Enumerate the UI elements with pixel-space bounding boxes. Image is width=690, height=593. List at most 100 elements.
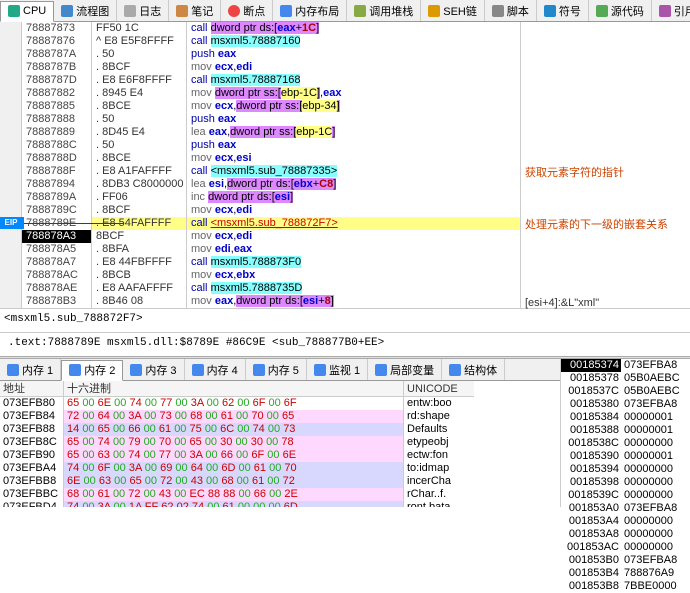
stack-row[interactable]: 0018539400000000 (561, 463, 690, 476)
comment-row[interactable] (525, 336, 686, 349)
disasm-row[interactable]: call <msxml5.sub_788872F7> (187, 217, 520, 230)
bytes-row[interactable]: . 50 (92, 139, 186, 152)
comment-row[interactable] (525, 232, 686, 245)
bytes-row[interactable]: . 8DB3 C8000000 (92, 178, 186, 191)
mem-tab[interactable]: 内存 1 (0, 359, 61, 380)
bytes-row[interactable]: . E8 AAFAFFFF (92, 282, 186, 295)
comment-row[interactable]: 获取元素字符的指针 (525, 167, 686, 180)
comment-row[interactable] (525, 102, 686, 115)
tab-note[interactable]: 笔记 (169, 0, 221, 21)
comment-row[interactable] (525, 89, 686, 102)
stack-row[interactable]: 001853A0073EFBA8 (561, 502, 690, 515)
disasm-row[interactable]: mov edi,eax (187, 243, 520, 256)
comment-row[interactable] (525, 141, 686, 154)
stack-row[interactable]: 001853B4788876A9 (561, 567, 690, 580)
tab-sym[interactable]: 符号 (537, 0, 589, 21)
bytes-row[interactable]: . 8945 E4 (92, 87, 186, 100)
stack-row[interactable]: 0018538800000001 (561, 424, 690, 437)
bytes-row[interactable]: FF50 1C (92, 22, 186, 35)
tab-cpu[interactable]: CPU (0, 1, 54, 22)
bytes-row[interactable]: . 50 (92, 113, 186, 126)
addr-row[interactable]: 7888787A (22, 48, 91, 61)
disasm-row[interactable]: mov ecx,edi (187, 61, 520, 74)
comment-row[interactable] (525, 310, 686, 323)
stack-row[interactable]: 001853AC00000000 (561, 541, 690, 554)
mem-tab[interactable]: 局部变量 (368, 359, 442, 380)
stack-view[interactable]: 00185374073EFBA80018537805B0AEBC0018537C… (560, 359, 690, 507)
disasm-row[interactable]: call <msxml5.sub_78887335> (187, 165, 520, 178)
disasm-row[interactable]: mov ecx,ebx (187, 269, 520, 282)
disasm-row[interactable]: mov ecx,edi (187, 204, 520, 217)
comment-row[interactable] (525, 37, 686, 50)
disasm-row[interactable]: push eax (187, 113, 520, 126)
addr-row[interactable]: 788878AC (22, 269, 91, 282)
disasm-row[interactable]: call dword ptr ds:[eax+1C] (187, 22, 520, 35)
stack-row[interactable]: 0018539800000000 (561, 476, 690, 489)
comment-row[interactable] (525, 245, 686, 258)
stack-row[interactable]: 001853A400000000 (561, 515, 690, 528)
comment-row[interactable] (525, 323, 686, 336)
addr-row[interactable]: 7888788C (22, 139, 91, 152)
stack-row[interactable]: 00185380073EFBA8 (561, 398, 690, 411)
disasm-row[interactable]: mov ecx,dword ptr ss:[ebp-34] (187, 100, 520, 113)
addr-row[interactable]: 7888788D (22, 152, 91, 165)
bytes-row[interactable]: . 8BCE (92, 100, 186, 113)
addr-row[interactable]: 7888787D (22, 74, 91, 87)
stack-row[interactable]: 001853A800000000 (561, 528, 690, 541)
bytes-row[interactable]: . FF06 (92, 191, 186, 204)
addr-row[interactable]: 78887876 (22, 35, 91, 48)
comment-row[interactable] (525, 154, 686, 167)
mem-tab[interactable]: 内存 3 (123, 359, 184, 380)
mem-tab[interactable]: 监视 1 (307, 359, 368, 380)
hex-dump[interactable]: 地址073EFB80073EFB84073EFB88073EFB8C073EFB… (0, 381, 560, 507)
comment-row[interactable]: [esi+4]:&L"xml" (525, 297, 686, 310)
addr-row[interactable]: 788878A7 (22, 256, 91, 269)
disasm-column[interactable]: call dword ptr ds:[eax+1C]call msxml5.78… (187, 22, 520, 308)
mem-tab[interactable]: 内存 4 (185, 359, 246, 380)
comment-row[interactable] (525, 50, 686, 63)
addr-row[interactable]: 78887873 (22, 22, 91, 35)
bytes-row[interactable]: . 8B46 08 (92, 295, 186, 308)
tab-bp[interactable]: 断点 (221, 0, 273, 21)
stack-row[interactable]: 001853B87BBE0000 (561, 580, 690, 593)
addr-row[interactable]: 788878AE (22, 282, 91, 295)
addr-row[interactable]: 7888787B (22, 61, 91, 74)
comment-column[interactable]: 获取元素字符的指针处理元素的下一级的嵌套关系[esi+4]:&L"xml" (520, 22, 690, 308)
bytes-row[interactable]: . E8 44FBFFFF (92, 256, 186, 269)
bytes-row[interactable]: . 8BCE (92, 152, 186, 165)
tab-seh[interactable]: SEH链 (421, 0, 485, 21)
comment-row[interactable] (525, 271, 686, 284)
stack-row[interactable]: 0018539C00000000 (561, 489, 690, 502)
tab-ref[interactable]: 引用 (652, 0, 690, 21)
disasm-row[interactable]: mov ecx,esi (187, 152, 520, 165)
bytes-row[interactable]: ^ E8 E5F8FFFF (92, 35, 186, 48)
mem-tab[interactable]: 内存 2 (61, 360, 123, 381)
disasm-row[interactable]: call msxml5.7888735D (187, 282, 520, 295)
addr-row[interactable]: 78887885 (22, 100, 91, 113)
tab-log[interactable]: 日志 (117, 0, 169, 21)
bytes-row[interactable]: . E8 E6F8FFFF (92, 74, 186, 87)
comment-row[interactable] (525, 115, 686, 128)
disasm-row[interactable]: push eax (187, 139, 520, 152)
bytes-row[interactable]: . 8BCF (92, 61, 186, 74)
comment-row[interactable] (525, 258, 686, 271)
stack-row[interactable]: 00185374073EFBA8 (561, 359, 690, 372)
stack-row[interactable]: 0018539000000001 (561, 450, 690, 463)
comment-row[interactable] (525, 180, 686, 193)
stack-row[interactable]: 0018537C05B0AEBC (561, 385, 690, 398)
addr-row[interactable]: 788878B3 (22, 295, 91, 308)
disasm-row[interactable]: call msxml5.78887168 (187, 74, 520, 87)
comment-row[interactable] (525, 128, 686, 141)
tab-script[interactable]: 脚本 (485, 0, 537, 21)
addr-row[interactable]: 78887894 (22, 178, 91, 191)
bytes-row[interactable]: . 8BFA (92, 243, 186, 256)
comment-row[interactable] (525, 193, 686, 206)
comment-row[interactable] (525, 24, 686, 37)
disasm-row[interactable]: call msxml5.78887160 (187, 35, 520, 48)
bytes-row[interactable]: . 50 (92, 48, 186, 61)
comment-row[interactable] (525, 63, 686, 76)
disasm-row[interactable]: mov eax,dword ptr ds:[esi+8] (187, 295, 520, 308)
disasm-row[interactable]: lea esi,dword ptr ds:[ebx+C8] (187, 178, 520, 191)
bytes-row[interactable]: . E8 A1FAFFFF (92, 165, 186, 178)
bytes-row[interactable]: . 8BCF (92, 204, 186, 217)
